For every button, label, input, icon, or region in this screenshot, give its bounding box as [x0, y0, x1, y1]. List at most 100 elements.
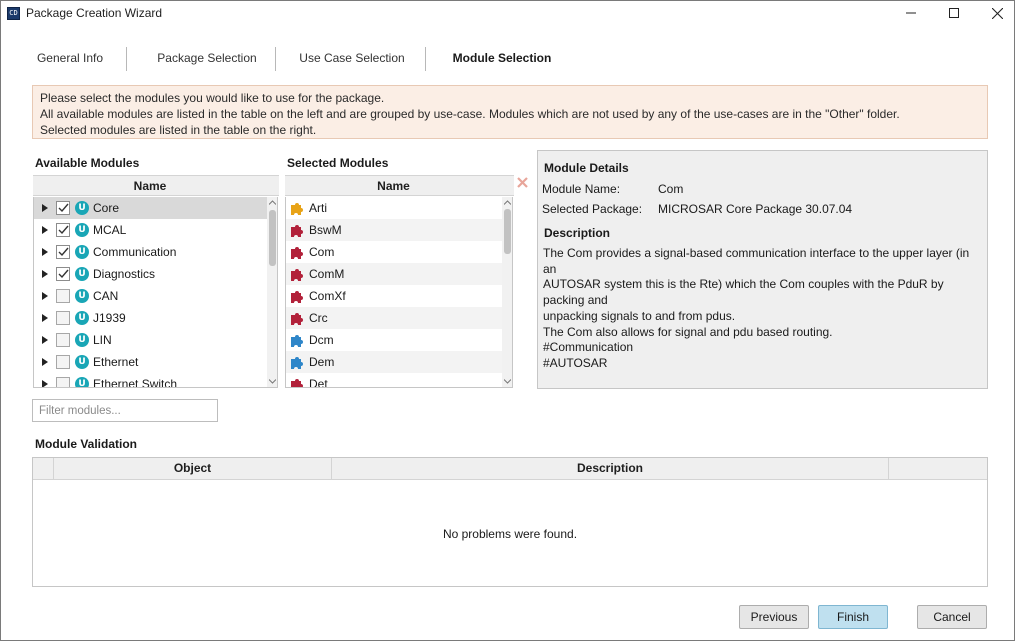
- module-validation-table: Object Description No problems were foun…: [32, 457, 988, 587]
- scroll-up-icon[interactable]: [504, 200, 511, 205]
- remove-icon: [517, 177, 528, 188]
- selected-package-label: Selected Package:: [542, 202, 643, 216]
- puzzle-red-icon: [291, 269, 303, 281]
- description-line: The Com provides a signal-based communic…: [543, 246, 970, 276]
- selected-module-label: Det: [309, 377, 328, 388]
- available-module-row[interactable]: U CAN: [34, 285, 267, 307]
- filter-modules-input[interactable]: [32, 399, 218, 422]
- selected-modules-list: Arti BswM Com ComM ComXf Crc Dcm Dem Det: [285, 197, 502, 388]
- tab-module-selection[interactable]: Module Selection: [437, 45, 567, 73]
- puzzle-blue-icon: [291, 357, 303, 369]
- selected-module-row[interactable]: Det: [286, 373, 502, 388]
- available-module-label: LIN: [93, 333, 112, 347]
- expand-arrow-icon[interactable]: [38, 263, 52, 285]
- module-checkbox[interactable]: [56, 333, 70, 347]
- selected-module-row[interactable]: Arti: [286, 197, 502, 219]
- module-details-title: Module Details: [544, 161, 629, 175]
- validation-extra-header: [889, 458, 987, 480]
- expand-arrow-icon[interactable]: [38, 197, 52, 219]
- tab-divider: [275, 47, 276, 71]
- use-case-icon: U: [75, 201, 89, 215]
- available-module-row[interactable]: U LIN: [34, 329, 267, 351]
- maximize-button[interactable]: [932, 1, 976, 25]
- module-validation-title: Module Validation: [35, 437, 138, 451]
- expand-arrow-icon[interactable]: [38, 373, 52, 387]
- no-problems-message: No problems were found.: [442, 527, 578, 541]
- tab-divider: [425, 47, 426, 71]
- header-corner: [267, 175, 279, 196]
- available-module-row[interactable]: U Core: [34, 197, 267, 219]
- validation-object-header[interactable]: Object: [54, 458, 332, 480]
- expand-arrow-icon[interactable]: [38, 307, 52, 329]
- selected-module-row[interactable]: Dem: [286, 351, 502, 373]
- available-module-row[interactable]: U MCAL: [34, 219, 267, 241]
- module-details-panel: Module Details Module Name: Com Selected…: [537, 150, 988, 389]
- selected-name-header[interactable]: Name: [285, 175, 502, 196]
- available-modules-panel: Available Modules Name U Core U MCAL U Commun…: [32, 150, 281, 389]
- expand-arrow-icon[interactable]: [38, 329, 52, 351]
- scroll-up-icon[interactable]: [269, 200, 276, 205]
- scroll-thumb[interactable]: [269, 210, 276, 266]
- description-title: Description: [544, 226, 611, 240]
- selected-scrollbar[interactable]: [502, 197, 513, 388]
- available-module-row[interactable]: U Ethernet: [34, 351, 267, 373]
- selected-module-label: Com: [309, 245, 335, 259]
- selected-module-row[interactable]: ComM: [286, 263, 502, 285]
- tab-use-case-selection[interactable]: Use Case Selection: [287, 45, 417, 73]
- use-case-icon: U: [75, 245, 89, 259]
- use-case-icon: U: [75, 311, 89, 325]
- module-name-value: Com: [658, 182, 684, 196]
- available-module-row[interactable]: U Communication: [34, 241, 267, 263]
- maximize-icon: [949, 8, 959, 18]
- puzzle-red-icon: [291, 225, 303, 237]
- checkmark-icon: [58, 203, 69, 213]
- available-module-label: Core: [93, 201, 120, 215]
- module-checkbox[interactable]: [56, 245, 70, 259]
- available-module-row[interactable]: U Diagnostics: [34, 263, 267, 285]
- scroll-down-icon[interactable]: [269, 379, 276, 384]
- expand-arrow-icon[interactable]: [38, 351, 52, 373]
- previous-button[interactable]: Previous: [739, 605, 809, 629]
- module-checkbox[interactable]: [56, 223, 70, 237]
- module-checkbox[interactable]: [56, 311, 70, 325]
- finish-button[interactable]: Finish: [818, 605, 888, 629]
- selected-module-row[interactable]: Com: [286, 241, 502, 263]
- available-module-label: CAN: [93, 289, 119, 303]
- puzzle-red-icon: [291, 313, 303, 325]
- close-button[interactable]: [975, 1, 1015, 25]
- module-checkbox[interactable]: [56, 377, 70, 387]
- module-checkbox[interactable]: [56, 267, 70, 281]
- tab-divider: [126, 47, 127, 71]
- available-module-label: Diagnostics: [93, 267, 156, 281]
- selected-module-row[interactable]: ComXf: [286, 285, 502, 307]
- expand-arrow-icon[interactable]: [38, 219, 52, 241]
- selected-module-row[interactable]: Dcm: [286, 329, 502, 351]
- available-module-row[interactable]: U Ethernet Switch: [34, 373, 267, 387]
- available-name-header[interactable]: Name: [33, 175, 267, 196]
- available-scrollbar[interactable]: [267, 197, 278, 388]
- description-line: #Communication: [543, 340, 634, 355]
- expand-arrow-icon[interactable]: [38, 241, 52, 263]
- tab-general-info[interactable]: General Info: [21, 45, 119, 73]
- close-icon: [991, 7, 1003, 19]
- available-module-row[interactable]: U J1939: [34, 307, 267, 329]
- module-checkbox[interactable]: [56, 355, 70, 369]
- module-checkbox[interactable]: [56, 289, 70, 303]
- expand-arrow-icon[interactable]: [38, 285, 52, 307]
- selected-module-label: Dem: [309, 355, 335, 369]
- window-title: Package Creation Wizard: [26, 6, 163, 20]
- title-bar: CD Package Creation Wizard: [1, 1, 1014, 25]
- puzzle-red-icon: [291, 291, 303, 303]
- tab-package-selection[interactable]: Package Selection: [139, 45, 275, 73]
- cancel-button[interactable]: Cancel: [917, 605, 987, 629]
- description-line: AUTOSAR system this is the Rte) which th…: [543, 277, 944, 308]
- module-checkbox[interactable]: [56, 201, 70, 215]
- minimize-button[interactable]: [889, 1, 933, 25]
- scroll-down-icon[interactable]: [504, 379, 511, 384]
- selected-module-row[interactable]: BswM: [286, 219, 502, 241]
- selected-module-label: Crc: [309, 311, 328, 325]
- selected-module-row[interactable]: Crc: [286, 307, 502, 329]
- scroll-thumb[interactable]: [504, 209, 511, 254]
- remove-module-button[interactable]: [516, 176, 530, 190]
- validation-description-header[interactable]: Description: [332, 458, 889, 480]
